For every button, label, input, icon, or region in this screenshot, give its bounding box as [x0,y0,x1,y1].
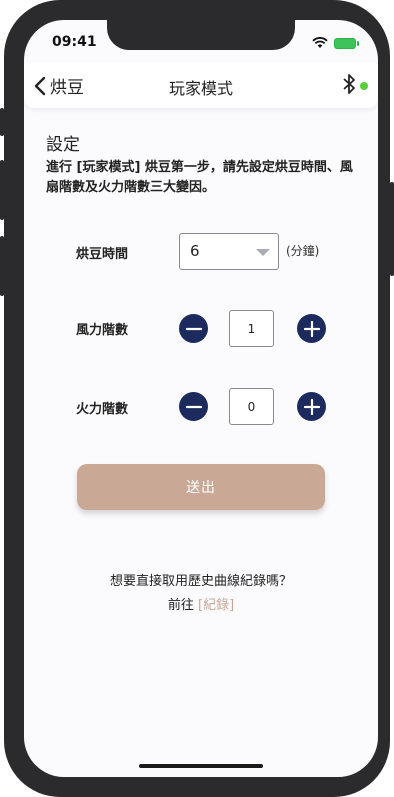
volume-down-button [0,236,4,296]
fire-increase-button[interactable] [297,392,326,421]
roast-time-select[interactable]: 6 [179,233,279,270]
fan-level-label: 風力階數 [76,323,129,338]
fire-level-value[interactable]: 0 [229,388,274,425]
roast-time-value: 6 [190,242,200,260]
fan-level-value[interactable]: 1 [229,310,274,347]
history-goto-line: 前往 [紀錄] [24,594,378,613]
goto-prefix: 前往 [167,598,194,613]
fire-decrease-button[interactable] [179,392,208,421]
home-indicator [139,764,263,768]
status-time: 09:41 [52,34,97,50]
volume-up-button [0,160,4,220]
status-icons [312,37,359,49]
records-link[interactable]: [紀錄] [198,598,234,613]
roast-time-label: 烘豆時間 [76,247,129,262]
roast-time-unit: (分鐘) [286,244,320,258]
power-button [390,182,394,276]
page-title: 玩家模式 [168,79,233,98]
phone-frame: 09:41 烘豆 玩家模式 設定 進行 [玩家模式] 烘豆第一步，請先設定烘豆時… [4,0,390,797]
minus-icon [185,405,202,408]
battery-icon [334,37,359,49]
navigation-bar: 烘豆 玩家模式 [24,62,378,108]
connection-status-dot [360,82,368,90]
settings-intro: 進行 [玩家模式] 烘豆第一步，請先設定烘豆時間、風扇階數及火力階數三大變因。 [46,160,353,195]
fan-increase-button[interactable] [297,314,326,343]
minus-icon [185,327,202,330]
plus-icon [303,320,320,337]
fan-decrease-button[interactable] [179,314,208,343]
wifi-icon [312,37,328,48]
history-prompt: 想要直接取用歷史曲線紀錄嗎？ [109,574,292,589]
mute-switch [0,108,4,136]
app-screen: 09:41 烘豆 玩家模式 設定 進行 [玩家模式] 烘豆第一步，請先設定烘豆時… [24,20,378,777]
settings-heading: 設定 [46,135,80,155]
notch [107,20,295,50]
plus-icon [303,398,320,415]
dropdown-caret-icon [256,249,270,256]
fire-level-label: 火力階數 [76,402,129,417]
bluetooth-icon[interactable] [342,72,356,96]
submit-button[interactable]: 送出 [77,464,325,510]
